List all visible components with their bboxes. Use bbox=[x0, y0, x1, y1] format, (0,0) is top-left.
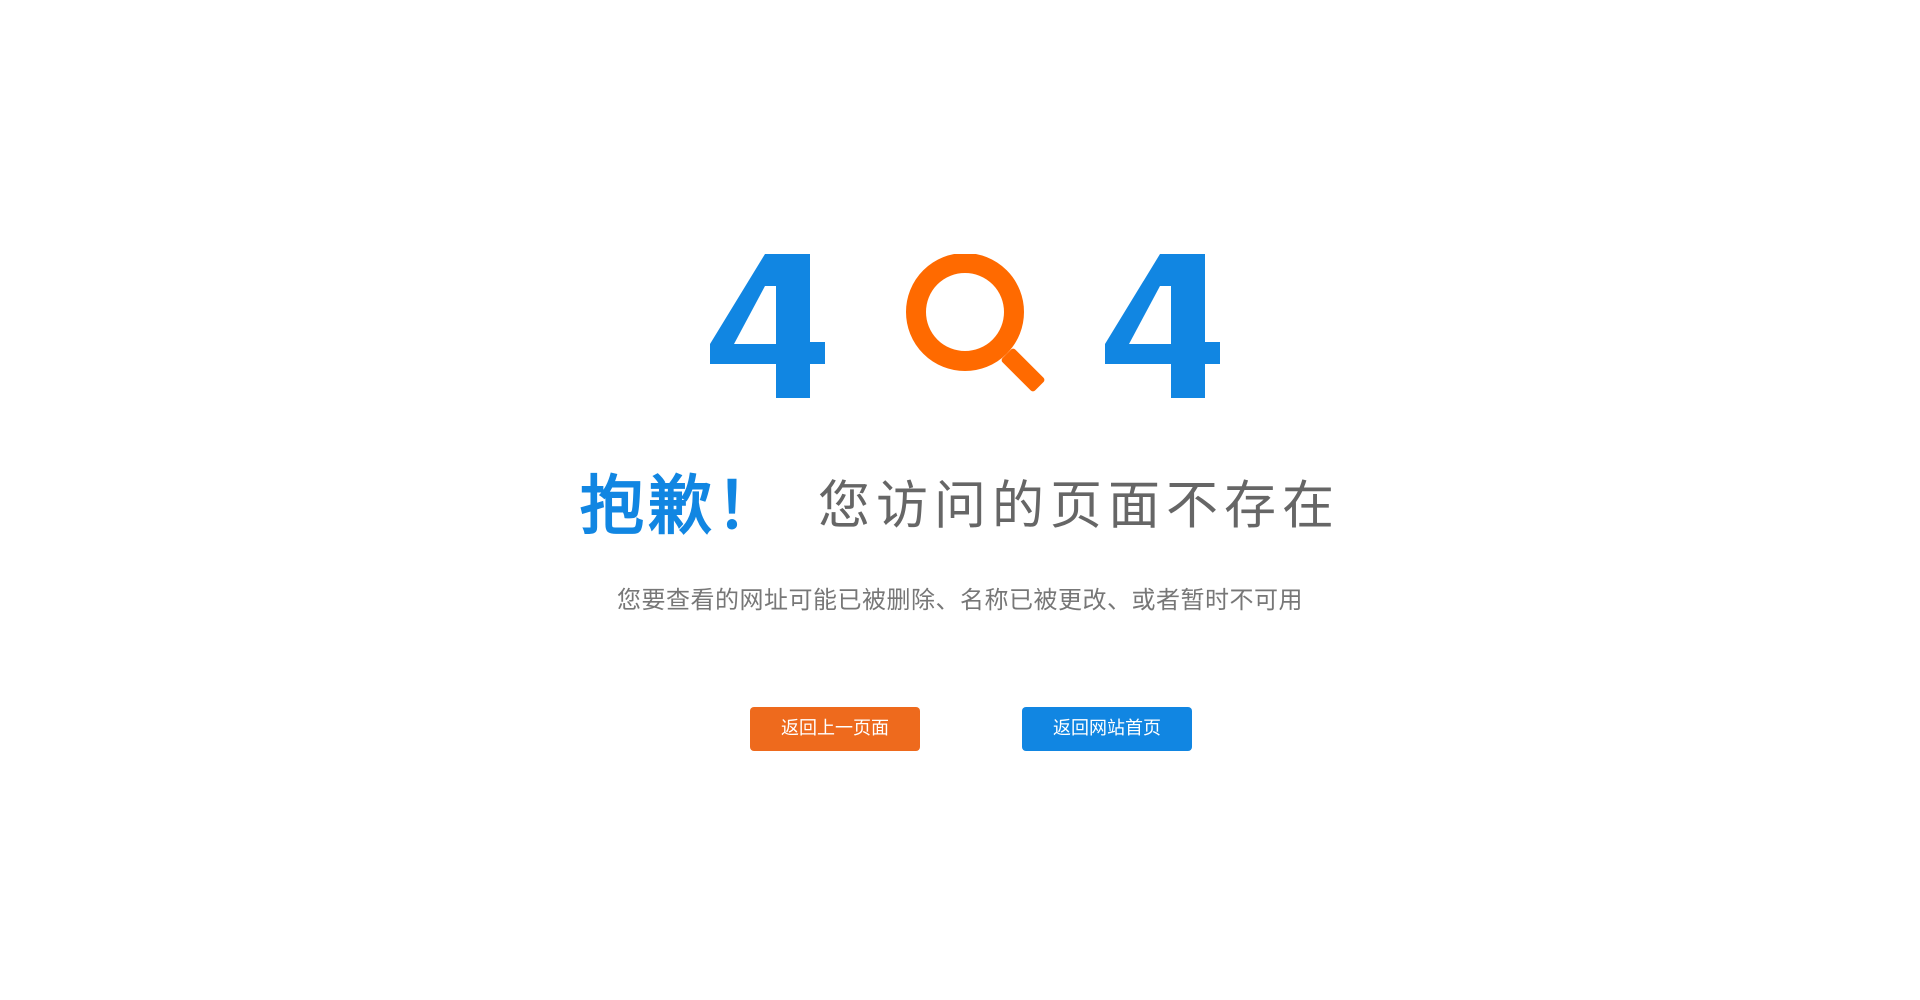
error-description: 您要查看的网址可能已被删除、名称已被更改、或者暂时不可用 bbox=[617, 586, 1303, 614]
back-to-previous-page-button[interactable]: 返回上一页面 bbox=[750, 707, 920, 751]
error-page: 抱歉！ 您访问的页面不存在 您要查看的网址可能已被删除、名称已被更改、或者暂时不可… bbox=[0, 0, 1920, 1000]
back-to-homepage-button[interactable]: 返回网站首页 bbox=[1022, 707, 1192, 751]
search-icon bbox=[906, 254, 1045, 392]
error-404-svg bbox=[710, 254, 1220, 398]
sorry-text: 抱歉！ bbox=[579, 470, 784, 544]
digit-four-right bbox=[1105, 254, 1220, 398]
error-headline: 抱歉！ 您访问的页面不存在 bbox=[0, 455, 1920, 547]
error-404-graphic bbox=[710, 254, 1230, 404]
digit-four-left bbox=[710, 254, 825, 398]
page-not-found-text: 您访问的页面不存在 bbox=[817, 476, 1340, 537]
